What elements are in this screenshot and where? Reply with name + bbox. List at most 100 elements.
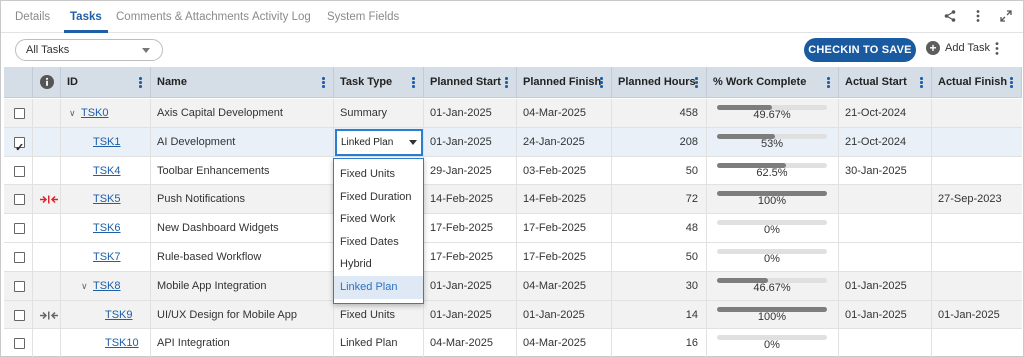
task-id-link[interactable]: TSK9: [105, 309, 133, 321]
option-hybrid[interactable]: Hybrid: [334, 253, 423, 276]
planned-start-cell[interactable]: 17-Feb-2025: [424, 243, 517, 272]
option-fixed-units[interactable]: Fixed Units: [334, 163, 423, 186]
task-type-cell[interactable]: Linked Plan: [334, 329, 424, 357]
more-vertical-icon[interactable]: [971, 8, 985, 24]
name-cell[interactable]: Toolbar Enhancements: [151, 156, 334, 186]
actual-finish-cell[interactable]: [932, 243, 1022, 272]
planned-hours-cell[interactable]: 14: [612, 300, 707, 330]
actual-start-cell[interactable]: [839, 185, 932, 215]
task-type-cell[interactable]: Fixed Units: [334, 300, 424, 330]
actual-start-cell[interactable]: 21-Oct-2024: [839, 127, 932, 157]
row-select-cell[interactable]: [4, 185, 33, 215]
tab-tasks[interactable]: Tasks: [70, 11, 102, 23]
actual-finish-cell[interactable]: [932, 157, 1022, 186]
header-planned-start[interactable]: Planned Start: [424, 67, 517, 98]
row-checkbox[interactable]: [14, 194, 25, 206]
row-checkbox[interactable]: [14, 134, 25, 157]
task-type-cell[interactable]: Summary: [334, 99, 424, 128]
task-id-link[interactable]: TSK8: [93, 280, 121, 292]
task-id-link[interactable]: TSK1: [93, 136, 121, 148]
planned-hours-cell[interactable]: 48: [612, 214, 707, 243]
column-menu-icon[interactable]: [322, 77, 326, 88]
option-linked-plan[interactable]: Linked Plan: [334, 275, 423, 299]
name-cell[interactable]: UI/UX Design for Mobile App: [151, 300, 334, 330]
row-checkbox[interactable]: [14, 252, 25, 263]
actual-start-cell[interactable]: 30-Jan-2025: [839, 156, 932, 186]
task-id-link[interactable]: TSK5: [93, 193, 121, 205]
row-checkbox[interactable]: [14, 223, 25, 235]
planned-start-cell[interactable]: 29-Jan-2025: [424, 156, 517, 186]
planned-finish-cell[interactable]: 04-Mar-2025: [517, 271, 612, 301]
actual-start-cell[interactable]: 01-Jan-2025: [839, 271, 932, 301]
header-actual-start[interactable]: Actual Start: [839, 67, 932, 98]
planned-hours-cell[interactable]: 458: [612, 99, 707, 128]
row-select-cell[interactable]: [4, 243, 33, 272]
header-id[interactable]: ID: [61, 67, 151, 98]
share-icon[interactable]: [943, 8, 957, 24]
header-task-type[interactable]: Task Type: [334, 67, 424, 98]
task-id-link[interactable]: TSK6: [93, 222, 121, 234]
actual-start-cell[interactable]: 01-Jan-2025: [839, 300, 932, 330]
expand-icon[interactable]: [999, 8, 1013, 24]
name-cell[interactable]: New Dashboard Widgets: [151, 214, 334, 243]
actual-finish-cell[interactable]: 27-Sep-2023: [932, 185, 1022, 214]
header-actual-finish[interactable]: Actual Finish: [932, 67, 1022, 98]
task-id-link[interactable]: TSK0: [81, 107, 109, 119]
table-row[interactable]: ∨ TSK0 Axis Capital Development Summary 01-J…: [4, 99, 1022, 128]
name-cell[interactable]: Axis Capital Development: [151, 99, 334, 128]
table-row[interactable]: TSK5 Push Notifications 14-Feb-2025 14-Feb-…: [4, 185, 1022, 215]
option-fixed-work[interactable]: Fixed Work: [334, 208, 423, 231]
row-select-cell[interactable]: [4, 214, 33, 243]
table-row[interactable]: TSK4 Toolbar Enhancements 29-Jan-2025 03-Fe…: [4, 156, 1022, 186]
table-row[interactable]: TSK6 New Dashboard Widgets 17-Feb-2025 17-F…: [4, 214, 1022, 243]
actual-finish-cell[interactable]: 01-Jan-2025: [932, 301, 1022, 330]
planned-start-cell[interactable]: 01-Jan-2025: [424, 300, 517, 330]
column-menu-icon[interactable]: [1010, 77, 1014, 88]
checkin-to-save-button[interactable]: CHECKIN TO SAVE: [804, 38, 916, 62]
tab-system-fields[interactable]: System Fields: [327, 11, 399, 23]
row-select-cell[interactable]: [4, 99, 33, 128]
task-filter-select[interactable]: All Tasks: [15, 39, 163, 61]
planned-finish-cell[interactable]: 04-Mar-2025: [517, 99, 612, 128]
planned-start-cell[interactable]: 17-Feb-2025: [424, 214, 517, 243]
header-planned-hours[interactable]: Planned Hours: [612, 67, 707, 98]
column-menu-icon[interactable]: [695, 77, 699, 88]
planned-start-cell[interactable]: 01-Jan-2025: [424, 127, 517, 157]
column-menu-icon[interactable]: [827, 77, 831, 88]
name-cell[interactable]: Rule-based Workflow: [151, 243, 334, 272]
actual-finish-cell[interactable]: [932, 99, 1022, 128]
table-row[interactable]: TSK10 API Integration Linked Plan 04-Mar-20…: [4, 329, 1022, 357]
name-cell[interactable]: Mobile App Integration: [151, 271, 334, 301]
planned-finish-cell[interactable]: 14-Feb-2025: [517, 185, 612, 215]
actual-finish-cell[interactable]: [932, 272, 1022, 301]
column-menu-icon[interactable]: [412, 77, 416, 88]
row-select-cell[interactable]: [4, 300, 33, 330]
row-checkbox[interactable]: [14, 165, 25, 177]
header-planned-finish[interactable]: Planned Finish: [517, 67, 612, 98]
row-checkbox[interactable]: [14, 280, 25, 292]
option-fixed-duration[interactable]: Fixed Duration: [334, 186, 423, 209]
table-row[interactable]: TSK9 UI/UX Design for Mobile App Fixed Uni…: [4, 300, 1022, 330]
tab-activity-log[interactable]: Activity Log: [252, 11, 311, 23]
planned-finish-cell[interactable]: 01-Jan-2025: [517, 300, 612, 330]
planned-finish-cell[interactable]: 17-Feb-2025: [517, 214, 612, 243]
add-task-button[interactable]: + Add Task: [926, 41, 990, 55]
tab-comments-attachments[interactable]: Comments & Attachments: [116, 11, 249, 23]
planned-hours-cell[interactable]: 50: [612, 156, 707, 186]
column-menu-icon[interactable]: [600, 77, 604, 88]
planned-hours-cell[interactable]: 30: [612, 271, 707, 301]
task-type-select[interactable]: Linked Plan: [335, 129, 423, 156]
task-id-link[interactable]: TSK10: [105, 337, 139, 349]
planned-finish-cell[interactable]: 04-Mar-2025: [517, 329, 612, 357]
actual-start-cell[interactable]: 21-Oct-2024: [839, 99, 932, 128]
actual-start-cell[interactable]: [839, 243, 932, 272]
planned-finish-cell[interactable]: 03-Feb-2025: [517, 156, 612, 186]
row-select-cell[interactable]: [4, 156, 33, 186]
planned-hours-cell[interactable]: 16: [612, 329, 707, 357]
tab-details[interactable]: Details: [15, 11, 50, 23]
column-menu-icon[interactable]: [920, 77, 924, 88]
actual-finish-cell[interactable]: [932, 214, 1022, 243]
planned-hours-cell[interactable]: 72: [612, 185, 707, 215]
task-id-link[interactable]: TSK7: [93, 251, 121, 263]
planned-start-cell[interactable]: 01-Jan-2025: [424, 99, 517, 128]
